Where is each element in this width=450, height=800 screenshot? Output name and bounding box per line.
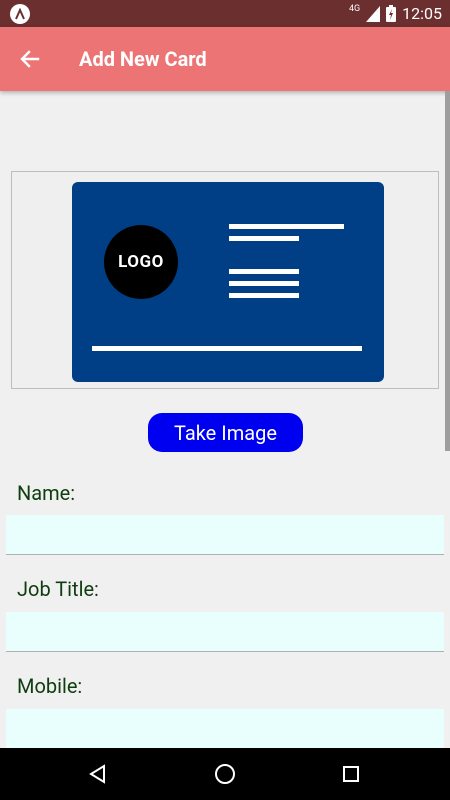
card-text-line bbox=[229, 236, 299, 241]
signal-icon bbox=[366, 5, 381, 22]
scrollbar[interactable] bbox=[445, 91, 450, 451]
back-button[interactable] bbox=[10, 39, 50, 79]
system-nav-bar bbox=[0, 748, 450, 800]
card-text-line bbox=[229, 293, 299, 298]
name-label: Name: bbox=[17, 481, 76, 505]
nav-back-button[interactable] bbox=[68, 748, 128, 800]
card-image-preview: LOGO bbox=[11, 171, 439, 389]
card-text-line bbox=[229, 224, 344, 229]
mobile-field[interactable] bbox=[6, 709, 444, 748]
take-image-button[interactable]: Take Image bbox=[148, 413, 303, 452]
network-type-label: 4G bbox=[348, 3, 361, 14]
page-title: Add New Card bbox=[79, 47, 207, 71]
mobile-label: Mobile: bbox=[17, 674, 83, 698]
nav-home-button[interactable] bbox=[195, 748, 255, 800]
nav-recents-button[interactable] bbox=[321, 748, 381, 800]
triangle-back-icon bbox=[89, 764, 105, 784]
card-text-line bbox=[229, 269, 299, 274]
battery-icon bbox=[386, 5, 397, 22]
status-indicators: 4G 12:05 bbox=[349, 0, 442, 27]
card-text-line bbox=[92, 346, 362, 351]
card-logo: LOGO bbox=[104, 225, 178, 299]
clock: 12:05 bbox=[402, 4, 442, 23]
arrow-left-icon bbox=[20, 50, 40, 68]
card-text-line bbox=[229, 281, 299, 286]
status-bar: 4G 12:05 bbox=[0, 0, 450, 27]
app-notification-icon bbox=[10, 4, 30, 24]
business-card-image: LOGO bbox=[72, 182, 384, 382]
job-title-label: Job Title: bbox=[17, 577, 99, 601]
circle-home-icon bbox=[215, 764, 235, 784]
form-content[interactable]: LOGO Take Image Name: Job Title: Mobile: bbox=[0, 91, 450, 748]
name-field[interactable] bbox=[6, 515, 444, 555]
square-recents-icon bbox=[343, 766, 359, 782]
app-bar: Add New Card bbox=[0, 27, 450, 91]
job-title-field[interactable] bbox=[6, 612, 444, 652]
